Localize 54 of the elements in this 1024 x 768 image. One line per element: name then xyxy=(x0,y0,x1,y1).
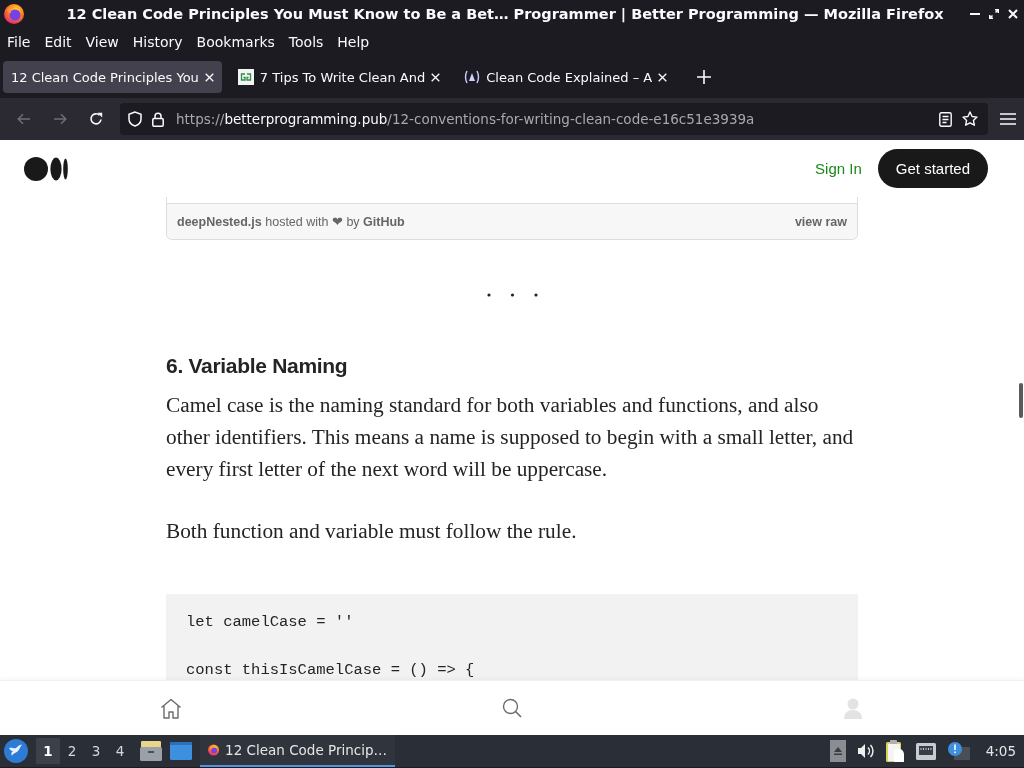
close-icon[interactable] xyxy=(1008,9,1018,19)
menu-item[interactable]: History xyxy=(125,32,190,52)
browser-tab[interactable]: Clean Code Explained – A xyxy=(456,61,676,93)
menu-item[interactable]: View xyxy=(78,32,126,52)
sign-in-link[interactable]: Sign In xyxy=(815,160,862,177)
menu-button[interactable] xyxy=(1000,113,1016,125)
search-icon[interactable] xyxy=(502,698,522,718)
start-menu-icon[interactable] xyxy=(4,739,28,763)
section-heading: 6. Variable Naming xyxy=(166,353,349,379)
forward-arrow-icon xyxy=(53,113,67,125)
view-raw-link[interactable]: view raw xyxy=(794,214,847,229)
notification-icon[interactable] xyxy=(947,742,970,760)
address-bar[interactable]: https://betterprogramming.pub/12-conventions-for-writing-clean-code-e16c51e3939a xyxy=(120,103,988,135)
network-icon[interactable] xyxy=(915,742,936,760)
home-icon[interactable] xyxy=(160,697,182,719)
reader-view-icon[interactable] xyxy=(939,111,952,127)
favicon-icon xyxy=(464,70,481,84)
browser-logo-icon xyxy=(4,4,24,24)
lock-icon[interactable] xyxy=(152,111,164,127)
menu-item[interactable]: Tools xyxy=(281,32,331,52)
menu-item[interactable]: Bookmarks xyxy=(189,32,282,52)
menu-item[interactable]: Edit xyxy=(37,32,79,52)
workspace-button[interactable]: 3 xyxy=(84,738,108,764)
taskbar-task[interactable]: 12 Clean Code Princip… xyxy=(200,735,395,767)
window-title: 12 Clean Code Principles You Must Know to Be a Bet… Programmer | Better Programming — Mozilla Firefox xyxy=(65,6,945,22)
close-icon[interactable] xyxy=(431,72,441,82)
favicon-icon xyxy=(237,69,254,85)
menu-item[interactable]: File xyxy=(0,32,38,52)
clipboard-icon[interactable] xyxy=(885,740,904,762)
back-arrow-icon xyxy=(17,113,31,125)
get-started-button[interactable]: Get started xyxy=(877,149,988,188)
browser-logo-icon xyxy=(208,741,220,759)
workspace-button[interactable]: 1 xyxy=(36,738,60,764)
gist-caption: deepNested.js hosted with ❤ by GitHub xyxy=(177,214,405,229)
close-icon[interactable] xyxy=(658,72,668,82)
body-paragraph: Camel case is the naming standard for both variables and functions, and also other identifiers. This means a name is supposed to begin with a small letter, and every first letter of the next word will be uppercase. xyxy=(166,392,854,483)
logo-icon[interactable] xyxy=(24,156,68,181)
volume-icon[interactable] xyxy=(857,743,874,759)
close-icon[interactable] xyxy=(204,72,214,82)
restore-icon[interactable] xyxy=(989,9,999,19)
shield-icon[interactable] xyxy=(128,111,142,127)
scrollbar-thumb[interactable] xyxy=(1019,383,1023,418)
bookmark-star-icon[interactable] xyxy=(962,111,978,127)
menu-item[interactable]: Help xyxy=(330,32,377,52)
reload-icon xyxy=(89,112,103,126)
eject-icon[interactable] xyxy=(829,740,846,762)
workspace-button[interactable]: 2 xyxy=(60,738,84,764)
workspace-button[interactable]: 4 xyxy=(108,738,132,764)
code-block: let camelCase = '' const thisIsCamelCase = () => { xyxy=(166,594,858,680)
browser-tab[interactable]: 12 Clean Code Principles You xyxy=(3,61,222,93)
file-drawer-icon[interactable] xyxy=(140,741,162,761)
body-paragraph: Both function and variable must follow the rule. xyxy=(166,518,578,545)
clock[interactable]: 4:05 xyxy=(985,743,1016,759)
browser-tab[interactable]: 7 Tips To Write Clean And xyxy=(229,61,449,93)
